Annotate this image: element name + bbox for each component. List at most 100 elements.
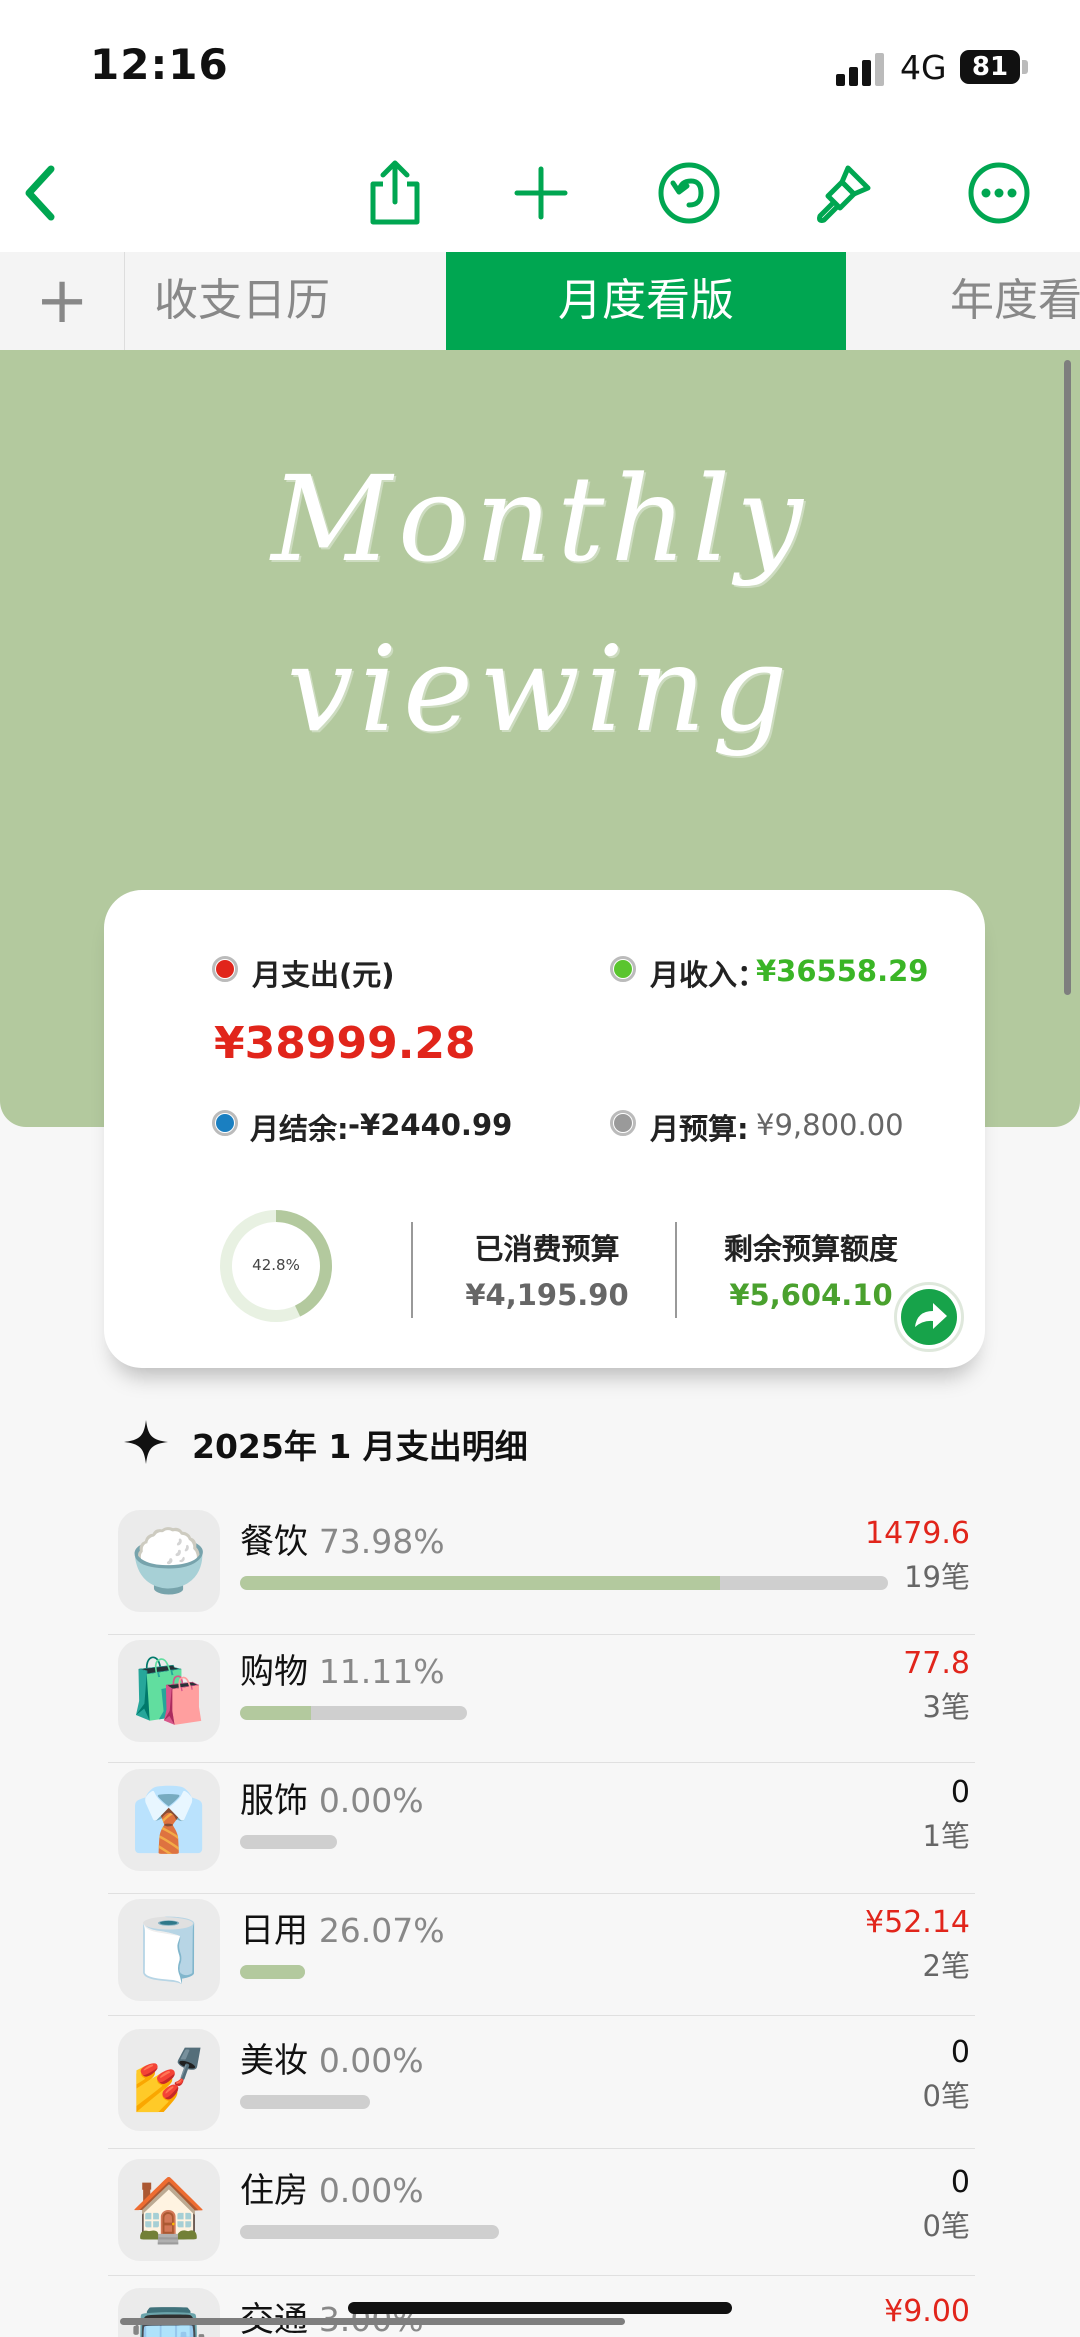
shirt-tie-icon: 👔 bbox=[118, 1769, 220, 1871]
row-divider bbox=[108, 1762, 975, 1763]
add-icon[interactable] bbox=[506, 158, 576, 228]
category-row[interactable]: 🛍️ 购物 11.11% 77.8 3笔 bbox=[118, 1640, 975, 1760]
undo-icon[interactable] bbox=[654, 158, 724, 228]
network-type: 4G bbox=[900, 48, 947, 87]
horizontal-scrollbar[interactable] bbox=[120, 2318, 625, 2325]
category-bar bbox=[240, 2095, 370, 2109]
category-count: 0笔 bbox=[922, 2209, 970, 2243]
more-icon[interactable] bbox=[964, 158, 1034, 228]
remain-budget-label: 剩余预算额度 bbox=[723, 1232, 898, 1266]
shopping-bags-icon: 🛍️ bbox=[118, 1640, 220, 1742]
category-percent: 73.98% bbox=[318, 1522, 445, 1561]
house-icon: 🏠 bbox=[118, 2159, 220, 2261]
row-divider bbox=[108, 2275, 975, 2276]
category-count: 3笔 bbox=[922, 1690, 970, 1724]
category-bar bbox=[240, 1576, 888, 1590]
income-dot-icon bbox=[610, 956, 636, 982]
budget-dot-icon bbox=[610, 1110, 636, 1136]
category-bar-fill bbox=[240, 1706, 311, 1720]
category-bar bbox=[240, 1835, 337, 1849]
budget-progress-text: 42.8% bbox=[252, 1256, 300, 1274]
battery-icon: 81 bbox=[960, 50, 1020, 84]
add-sheet-button[interactable]: + bbox=[0, 252, 125, 350]
remain-budget-value: ¥5,604.10 bbox=[729, 1278, 893, 1312]
used-budget-value: ¥4,195.90 bbox=[465, 1278, 629, 1312]
category-amount: ¥9.00 bbox=[884, 2294, 970, 2329]
category-bar bbox=[240, 1965, 305, 1979]
category-bar bbox=[240, 1706, 467, 1720]
category-count: 1笔 bbox=[922, 1819, 970, 1853]
forward-button[interactable] bbox=[894, 1282, 964, 1352]
row-divider bbox=[108, 2148, 975, 2149]
battery-cap bbox=[1022, 60, 1028, 74]
income-label: 月收入： bbox=[650, 958, 767, 992]
category-name: 住房 bbox=[240, 2171, 308, 2211]
brush-icon[interactable] bbox=[808, 158, 878, 228]
category-count: 0笔 bbox=[922, 2079, 970, 2113]
category-row[interactable]: 🏠 住房 0.00% 0 0笔 bbox=[118, 2159, 975, 2279]
category-bar bbox=[240, 2225, 499, 2239]
toolbar bbox=[0, 130, 1080, 253]
signal-icon bbox=[836, 53, 884, 86]
category-row[interactable]: 👔 服饰 0.00% 0 1笔 bbox=[118, 1769, 975, 1889]
category-name: 餐饮 bbox=[240, 1522, 308, 1562]
category-percent: 11.11% bbox=[318, 1652, 445, 1691]
category-amount: 0 bbox=[950, 2035, 970, 2070]
expense-dot-icon bbox=[212, 956, 238, 982]
tab-yearly[interactable]: 年度看 bbox=[950, 252, 1080, 350]
balance-dot-icon bbox=[212, 1110, 238, 1136]
used-budget-label: 已消费预算 bbox=[474, 1232, 620, 1266]
category-bar-fill bbox=[240, 1576, 720, 1590]
budget-label: 月预算: bbox=[650, 1112, 749, 1146]
hero-title-line2: viewing bbox=[286, 620, 794, 758]
share-icon[interactable] bbox=[360, 158, 430, 228]
tab-monthly[interactable]: 月度看版 bbox=[446, 252, 846, 350]
expense-label: 月支出(元) bbox=[252, 958, 395, 992]
summary-card: 月支出(元) ¥38999.28 月收入： ¥36558.29 月结余: -¥2… bbox=[104, 890, 985, 1368]
category-row[interactable]: 💅 美妆 0.00% 0 0笔 bbox=[118, 2029, 975, 2149]
category-name: 美妆 bbox=[240, 2041, 308, 2081]
nail-polish-icon: 💅 bbox=[118, 2029, 220, 2131]
divider bbox=[675, 1222, 677, 1318]
divider bbox=[411, 1222, 413, 1318]
category-bar-fill bbox=[240, 1965, 305, 1979]
category-percent: 26.07% bbox=[318, 1911, 445, 1950]
sheet-tab-bar: + 收支日历 月度看版 年度看 bbox=[0, 252, 1080, 351]
vertical-scrollbar[interactable] bbox=[1064, 360, 1071, 995]
expense-value: ¥38999.28 bbox=[214, 1018, 476, 1069]
tab-calendar[interactable]: 收支日历 bbox=[154, 252, 444, 350]
balance-label: 月结余: bbox=[250, 1112, 349, 1146]
category-amount: 0 bbox=[950, 2165, 970, 2200]
category-count: 19笔 bbox=[904, 1560, 970, 1594]
category-count: 2笔 bbox=[922, 1949, 970, 1983]
category-percent: 0.00% bbox=[318, 2041, 424, 2080]
category-name: 购物 bbox=[240, 1652, 308, 1692]
category-percent: 0.00% bbox=[318, 2171, 424, 2210]
category-amount: 1479.6 bbox=[865, 1516, 970, 1551]
status-time: 12:16 bbox=[90, 40, 229, 89]
toilet-paper-icon: 🧻 bbox=[118, 1899, 220, 2001]
status-bar: 12:16 4G 81 bbox=[0, 0, 1080, 130]
category-name: 日用 bbox=[240, 1911, 308, 1951]
row-divider bbox=[108, 1893, 975, 1894]
hero-title-line1: Monthly bbox=[271, 450, 809, 588]
back-icon[interactable] bbox=[6, 158, 76, 228]
row-divider bbox=[108, 1634, 975, 1635]
balance-value: -¥2440.99 bbox=[348, 1108, 513, 1142]
share-arrow-icon bbox=[901, 1289, 957, 1345]
category-row[interactable]: 🧻 日用 26.07% ¥52.14 2笔 bbox=[118, 1899, 975, 2019]
category-amount: ¥52.14 bbox=[865, 1905, 970, 1940]
section-title: 2025年 1 月支出明细 bbox=[192, 1427, 528, 1466]
home-indicator[interactable] bbox=[348, 2302, 732, 2314]
category-row[interactable]: 🍚 餐饮 73.98% 1479.6 19笔 bbox=[118, 1510, 975, 1630]
bus-icon: 🚍 bbox=[118, 2288, 220, 2337]
category-name: 服饰 bbox=[240, 1781, 308, 1821]
rice-bowl-icon: 🍚 bbox=[118, 1510, 220, 1612]
sparkle-icon bbox=[124, 1420, 168, 1464]
category-amount: 77.8 bbox=[903, 1646, 970, 1681]
row-divider bbox=[108, 2015, 975, 2016]
budget-value: ¥9,800.00 bbox=[756, 1108, 904, 1142]
income-value: ¥36558.29 bbox=[756, 954, 929, 988]
category-percent: 0.00% bbox=[318, 1781, 424, 1820]
category-amount: 0 bbox=[950, 1775, 970, 1810]
